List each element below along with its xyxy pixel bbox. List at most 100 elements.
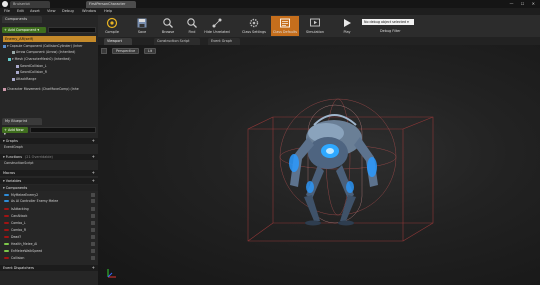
visibility-eye-icon[interactable] [91,234,95,239]
debug-filter-label: Debug Filter [380,29,401,33]
visibility-eye-icon[interactable] [91,255,95,260]
play-icon [344,19,351,27]
variable-row[interactable]: Health_Melee_AI [0,241,98,247]
visibility-eye-icon[interactable] [91,227,95,232]
play-button[interactable]: Play [334,16,360,36]
macros-section[interactable]: Macros + [0,170,98,176]
tree-item-arrow[interactable]: Arrow Component (Arrow) (Inherited) [12,50,75,54]
tab-viewport[interactable]: Viewport [104,38,132,45]
variable-row[interactable]: EnMeleeWalkSpeed [0,248,98,254]
menu-asset[interactable]: Asset [30,9,40,13]
unreal-logo-icon [2,1,8,7]
visibility-eye-icon[interactable] [91,192,95,197]
class-settings-icon [249,18,259,28]
save-icon [137,18,147,28]
menu-help[interactable]: Help [104,9,112,13]
tree-item-sword-collision-r[interactable]: SwordCollision_R [16,70,47,74]
tab-bruiserlot[interactable]: Bruiserlot [10,1,50,8]
add-component-button[interactable]: + Add Component ▾ [2,27,46,33]
construction-script-item[interactable]: ConstructionScript [4,161,34,165]
variable-type-pin [4,249,9,252]
variable-row[interactable]: CanAttack [0,213,98,219]
menu-debug[interactable]: Debug [62,9,74,13]
tree-item-capsule[interactable]: ▾ Capsule Component (CollisionCylinder) … [3,44,82,48]
visibility-eye-icon[interactable] [91,206,95,211]
visibility-eye-icon[interactable] [91,241,95,246]
event-graph-item[interactable]: EventGraph [4,145,23,149]
enemy-character-mesh [289,114,378,226]
graphs-section[interactable]: ▾ Graphs + [0,138,98,144]
toolbar: Compile Save Browse Find Hide Unrelated … [98,15,540,37]
menu-bar: File Edit Asset View Debug Window Help [0,8,540,15]
component-root-row[interactable]: Enemy_AR(self) [3,36,96,42]
browse-icon [163,18,173,28]
add-variable-icon[interactable]: + [92,178,95,183]
simulation-icon [310,18,320,27]
tab-construction-script[interactable]: Construction Script [154,38,200,45]
window-controls[interactable]: — ☐ ✕ [510,1,538,6]
tree-item-sword-collision-l[interactable]: SwordCollision_L [16,64,47,68]
visibility-eye-icon[interactable] [91,248,95,253]
tree-item-character-movement[interactable]: Character Movement (CharMoveComp) (Inhe [3,87,79,91]
box-collision-icon [16,70,19,74]
my-blueprint-tab[interactable]: My Blueprint [2,118,42,125]
add-new-button[interactable]: + Add New ▾ [2,127,28,136]
menu-view[interactable]: View [47,9,56,13]
class-defaults-button[interactable]: Class Defaults [271,16,299,36]
visibility-eye-icon[interactable] [91,213,95,218]
variables-section[interactable]: ▾ Variables + [0,178,98,184]
components-search-input[interactable] [48,27,96,33]
menu-edit[interactable]: Edit [17,9,24,13]
variable-type-pin [4,256,9,259]
capsule-icon [3,44,6,48]
editor-tabs: Viewport Construction Script Event Graph [98,37,540,45]
browse-button[interactable]: Browse [155,16,181,36]
hide-unrelated-button[interactable]: Hide Unrelated [201,16,233,36]
add-graph-icon[interactable]: + [92,138,95,143]
menu-window[interactable]: Window [82,9,96,13]
debug-object-select[interactable]: No debug object selected ▾ [362,19,414,25]
compile-icon [106,17,118,29]
box-collision-icon [16,64,19,68]
visibility-eye-icon[interactable] [91,220,95,225]
variable-row[interactable]: Collision [0,255,98,261]
tree-item-mesh[interactable]: ▾ Mesh (CharacterMesh0) (Inherited) [8,57,71,61]
variable-row[interactable]: IsAttacking [0,206,98,212]
viewport[interactable]: Perspective Lit [98,45,540,285]
add-dispatcher-icon[interactable]: + [92,265,95,270]
tab-event-graph[interactable]: Event Graph [208,38,240,45]
variable-row[interactable]: MyMeleeEnemy2 [0,192,98,198]
add-function-icon[interactable]: + [92,154,95,159]
title-bar: Bruiserlot FirstPersonCharacter — ☐ ✕ [0,0,540,8]
variable-row[interactable]: As AI Controller Enemy Melee [0,198,98,204]
variable-type-pin [4,228,9,231]
tab-firstpersoncharacter[interactable]: FirstPersonCharacter [86,1,136,8]
variable-row[interactable]: Dead? [0,234,98,240]
components-tab[interactable]: Components [2,16,42,23]
variable-type-pin [4,214,9,217]
variable-type-pin [4,207,9,210]
visibility-eye-icon[interactable] [91,198,95,203]
arrow-icon [12,50,15,54]
variable-type-pin [4,221,9,224]
class-settings-button[interactable]: Class Settings [239,16,269,36]
compile-button[interactable]: Compile [99,16,125,36]
add-macro-icon[interactable]: + [92,170,95,175]
variable-type-pin [4,199,9,202]
components-var-section[interactable]: ▾ Components [0,185,98,191]
class-defaults-icon [280,18,290,28]
menu-file[interactable]: File [4,9,10,13]
axis-gizmo [107,269,116,278]
variable-row[interactable]: Combo_L [0,220,98,226]
functions-section[interactable]: ▾ Functions (21 Overridable) + [0,154,98,160]
viewport-scene [107,98,434,278]
movement-icon [3,87,6,91]
variable-type-pin [4,193,9,196]
simulation-button[interactable]: Simulation [302,16,328,36]
save-button[interactable]: Save [129,16,155,36]
variable-type-pin [4,235,9,238]
tree-item-attack-range[interactable]: AttackRange [12,77,36,81]
variable-row[interactable]: Combo_R [0,227,98,233]
blueprint-search-input[interactable] [30,127,96,133]
event-dispatchers-section[interactable]: Event Dispatchers + [0,265,98,271]
